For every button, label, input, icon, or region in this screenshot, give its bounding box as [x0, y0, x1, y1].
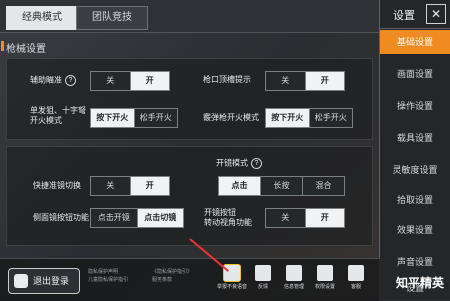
settings-sidebar: 设置 ✕ 基础设置 画面设置 操作设置 载具设置 灵敏度设置 拾取设置 效果设置…: [379, 0, 450, 300]
side-scope-label: 侧面镜按钮功能: [33, 213, 89, 222]
sidebar-item-effects[interactable]: 效果设置: [380, 218, 450, 242]
quick-scope-on[interactable]: 开: [130, 177, 169, 195]
top-hint-on[interactable]: 开: [305, 72, 344, 90]
privacy-link[interactable]: 隐私保护声明: [88, 268, 128, 276]
document-icon: [286, 265, 302, 281]
logout-icon: [14, 274, 28, 288]
side-scope-toggle: 点击开镜 点击切镜: [90, 208, 184, 228]
scope-mode-hold[interactable]: 长按: [261, 177, 303, 195]
top-bar: 经典模式 团队竞技: [0, 0, 380, 33]
scope-rotate-off[interactable]: 关: [266, 209, 306, 227]
tab-team[interactable]: 团队竞技: [76, 6, 148, 30]
side-scope-switch[interactable]: 点击切镜: [137, 209, 183, 227]
sidebar-item-sound[interactable]: 声音设置: [380, 250, 450, 274]
side-scope-open[interactable]: 点击开镜: [91, 209, 138, 227]
sidebar-title: 设置: [393, 10, 415, 22]
help-icon[interactable]: ?: [65, 75, 76, 86]
shotgun-fire-press[interactable]: 按下开火: [266, 109, 310, 127]
child-privacy-link[interactable]: 儿童隐私保护指引: [88, 276, 128, 284]
privacy-guide-link[interactable]: 《隐私保护指引》: [152, 268, 192, 276]
scope-mode-selector: 点击 长按 混合: [218, 176, 345, 196]
sidebar-header: 设置 ✕: [380, 0, 450, 29]
scope-rotate-label: 开镜按钮 转动视角功能: [204, 208, 252, 227]
shotgun-fire-toggle: 按下开火 松手开火: [265, 108, 353, 128]
aim-assist-label: 辅助瞄准?: [30, 75, 76, 86]
quick-scope-toggle: 关 开: [90, 176, 170, 196]
sidebar-item-pickup[interactable]: 拾取设置: [380, 188, 450, 212]
shotgun-fire-release[interactable]: 松手开火: [309, 109, 352, 127]
shotgun-fire-label: 霰弹枪开火模式: [203, 113, 259, 122]
single-fire-press[interactable]: 按下开火: [91, 109, 135, 127]
sidebar-item-sensitivity[interactable]: 灵敏度设置: [380, 158, 450, 182]
shield-icon: [317, 265, 333, 281]
legal-links: 隐私保护声明 儿童隐私保护指引: [88, 268, 128, 284]
help-icon[interactable]: ?: [251, 158, 262, 169]
section-title: 枪械设置: [1, 40, 46, 55]
scope-mode-click[interactable]: 点击: [219, 177, 261, 195]
scope-settings-panel: [6, 146, 373, 246]
support-icon: [348, 265, 364, 281]
logout-button[interactable]: 退出登录: [8, 268, 80, 294]
warning-icon: [255, 265, 271, 281]
sidebar-item-graphics[interactable]: 画面设置: [380, 62, 450, 86]
single-fire-label: 单发狙、十字弩 开火模式: [30, 106, 86, 125]
top-hint-off[interactable]: 关: [266, 72, 306, 90]
sidebar-item-basic[interactable]: 基础设置: [380, 30, 450, 54]
close-icon[interactable]: ✕: [426, 4, 446, 24]
legal-links-2: 《隐私保护指引》 服务条款: [152, 268, 192, 284]
tab-classic[interactable]: 经典模式: [6, 6, 78, 30]
sidebar-item-controls[interactable]: 操作设置: [380, 94, 450, 118]
scope-rotate-on[interactable]: 开: [305, 209, 344, 227]
top-hint-label: 枪口顶槽提示: [203, 75, 251, 84]
scope-rotate-toggle: 关 开: [265, 208, 345, 228]
watermark: 知平精英: [395, 276, 444, 290]
scope-mode-label: 开镜模式?: [216, 158, 262, 169]
aim-assist-toggle: 关 开: [90, 71, 170, 91]
aim-assist-on[interactable]: 开: [130, 72, 169, 90]
top-hint-toggle: 关 开: [265, 71, 345, 91]
terms-link[interactable]: 服务条款: [152, 276, 192, 284]
scope-mode-mixed[interactable]: 混合: [303, 177, 344, 195]
sidebar-item-vehicle[interactable]: 载具设置: [380, 126, 450, 150]
support-button[interactable]: 客服: [338, 265, 374, 290]
quick-scope-off[interactable]: 关: [91, 177, 131, 195]
quick-scope-label: 快捷准镜切换: [33, 181, 81, 190]
single-fire-toggle: 按下开火 松手开火: [90, 108, 178, 128]
single-fire-release[interactable]: 松手开火: [134, 109, 177, 127]
aim-assist-off[interactable]: 关: [91, 72, 131, 90]
